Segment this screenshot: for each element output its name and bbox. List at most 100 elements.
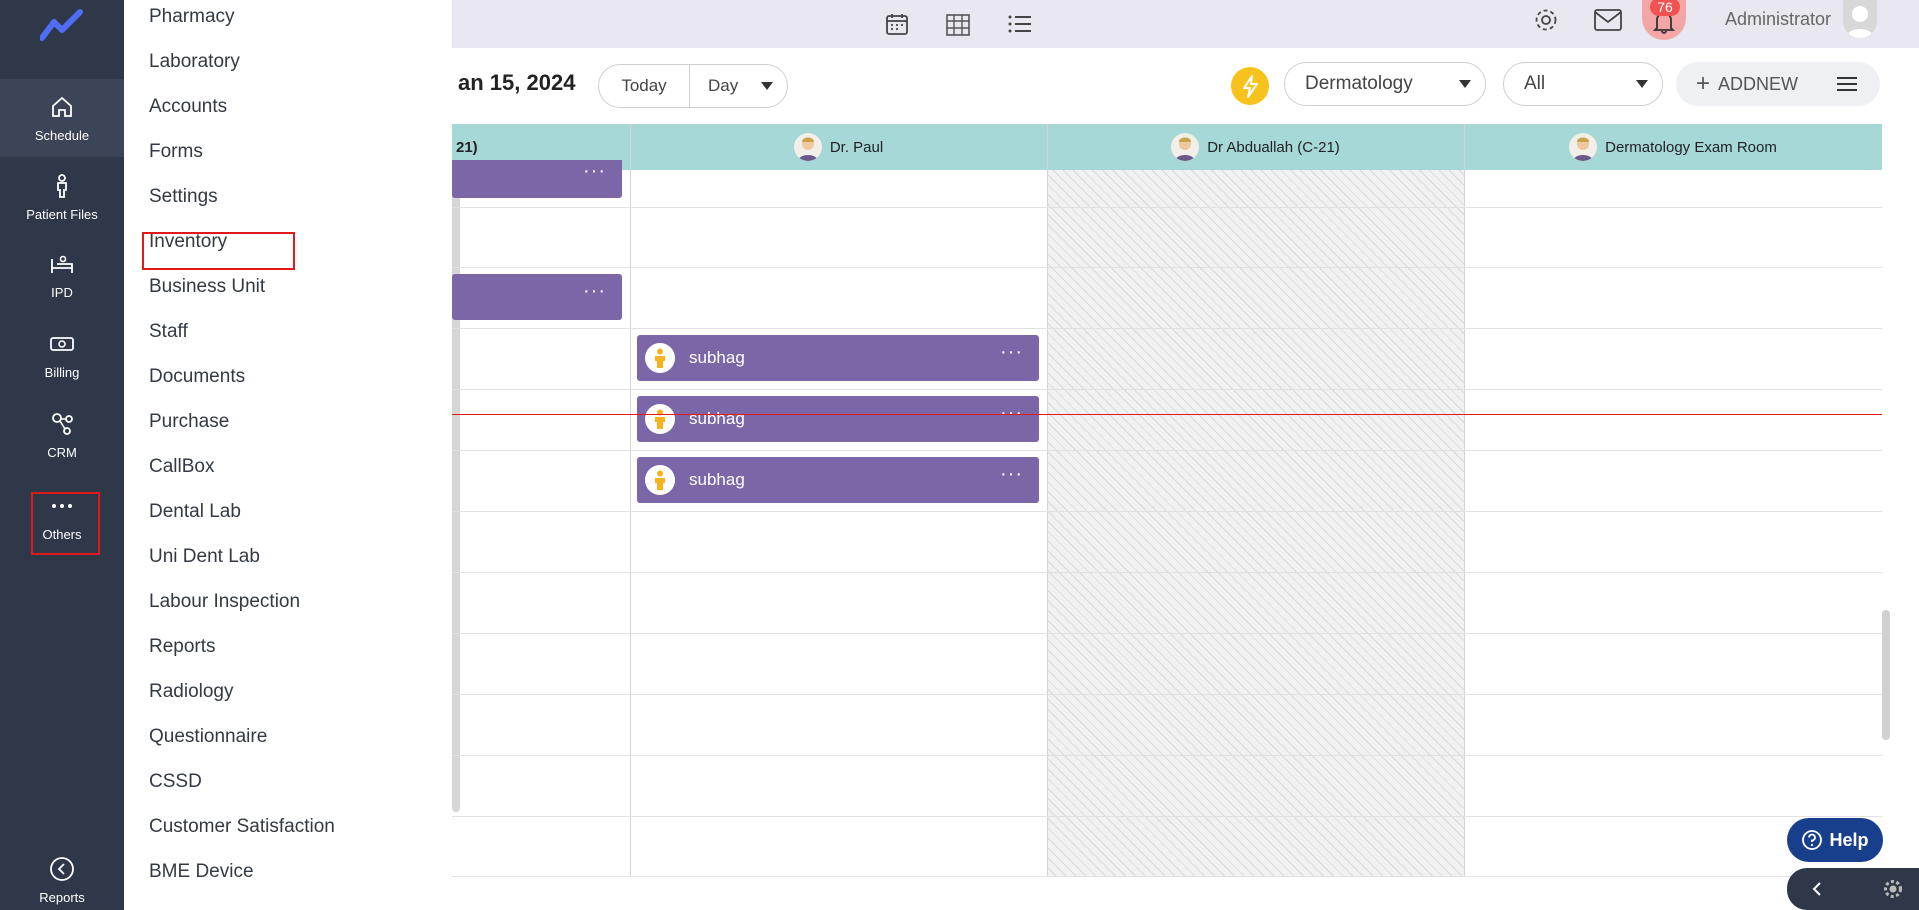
- crm-icon: [52, 412, 73, 435]
- app-logo[interactable]: [40, 8, 84, 44]
- sidebar-item-reports[interactable]: Reports: [0, 850, 124, 910]
- menu-item-labour-inspection[interactable]: Labour Inspection: [149, 591, 300, 613]
- help-label: Help: [1829, 829, 1869, 850]
- row-divider: [452, 572, 1882, 573]
- sidebar-item-billing[interactable]: Billing: [0, 316, 124, 394]
- list-view-icon[interactable]: [1008, 14, 1032, 34]
- menu-item-reports[interactable]: Reports: [149, 636, 216, 658]
- sidebar-item-label: IPD: [51, 284, 73, 300]
- user-avatar-icon: [1846, 6, 1874, 38]
- row-divider: [452, 207, 1882, 208]
- menu-item-settings[interactable]: Settings: [149, 186, 218, 208]
- column-head-label: Dermatology Exam Room: [1605, 138, 1777, 156]
- grid-view-icon[interactable]: [946, 14, 970, 36]
- more-options-icon[interactable]: ···: [583, 160, 606, 183]
- highlight-box-others: [31, 492, 100, 555]
- department-select[interactable]: Dermatology: [1284, 62, 1486, 106]
- more-options-icon[interactable]: ···: [583, 280, 606, 303]
- calendar-icon[interactable]: [885, 12, 909, 36]
- gear-icon[interactable]: [1533, 7, 1559, 33]
- today-button[interactable]: Today: [598, 64, 690, 108]
- column-head-exam-room: Dermatology Exam Room: [1464, 124, 1882, 170]
- appointment-card[interactable]: subhag ···: [637, 335, 1039, 381]
- filter-select-value: All: [1524, 73, 1546, 94]
- menu-item-dental-lab[interactable]: Dental Lab: [149, 501, 241, 523]
- sidebar-item-schedule[interactable]: Schedule: [0, 79, 124, 157]
- menu-item-callbox[interactable]: CallBox: [149, 456, 214, 478]
- chevron-down-icon: [1636, 80, 1648, 88]
- menu-item-customer-satisfaction[interactable]: Customer Satisfaction: [149, 816, 335, 838]
- appointment-patient-name: subhag: [689, 470, 745, 489]
- sidebar-item-ipd[interactable]: IPD: [0, 236, 124, 314]
- menu-item-accounts[interactable]: Accounts: [149, 96, 227, 118]
- row-divider: [452, 389, 1882, 390]
- add-new-button[interactable]: + ADDNEW: [1676, 62, 1880, 106]
- chevron-down-icon: [1459, 80, 1471, 88]
- date-title: an 15, 2024: [458, 70, 576, 95]
- filter-select[interactable]: All: [1503, 62, 1663, 106]
- gear-icon[interactable]: [1883, 879, 1903, 899]
- row-divider: [452, 267, 1882, 268]
- unavailable-hatched-area: [1047, 170, 1464, 876]
- avatar[interactable]: [1843, 0, 1877, 38]
- column-head-label: Dr. Paul: [829, 138, 884, 156]
- view-select[interactable]: Day: [689, 64, 788, 108]
- calendar-scrollbar[interactable]: [1882, 610, 1890, 740]
- column-divider: [1047, 124, 1048, 876]
- hamburger-menu-icon[interactable]: [1836, 76, 1858, 92]
- help-button[interactable]: Help: [1787, 818, 1883, 862]
- current-time-indicator: [452, 414, 1882, 415]
- column-divider: [630, 124, 631, 876]
- user-name[interactable]: Administrator: [1725, 9, 1831, 30]
- appointment-card[interactable]: subhag ···: [637, 396, 1039, 442]
- patient-icon: [645, 404, 675, 434]
- menu-item-cssd[interactable]: CSSD: [149, 771, 202, 793]
- column-divider: [1464, 124, 1465, 876]
- sidebar-item-label: Schedule: [34, 127, 90, 143]
- menu-item-purchase[interactable]: Purchase: [149, 411, 229, 433]
- doctor-avatar-icon: [793, 133, 822, 161]
- column-head-dr-paul: Dr. Paul: [630, 124, 1047, 170]
- chevron-down-icon: [761, 82, 773, 90]
- patient-icon: [645, 343, 675, 373]
- chevron-left-icon[interactable]: [1811, 881, 1823, 897]
- menu-item-business-unit[interactable]: Business Unit: [149, 276, 265, 298]
- lightning-button[interactable]: [1231, 67, 1269, 105]
- highlight-box-inventory: [142, 232, 295, 270]
- column-head-dr-abduallah: Dr Abduallah (C-21): [1047, 124, 1464, 170]
- top-header-bar: [452, 0, 1919, 48]
- menu-item-pharmacy[interactable]: Pharmacy: [149, 6, 235, 28]
- row-divider: [452, 633, 1882, 634]
- appointment-card-partial[interactable]: ···: [452, 160, 622, 198]
- view-select-value: Day: [708, 76, 739, 95]
- appointment-patient-name: subhag: [689, 348, 745, 367]
- row-divider: [452, 511, 1882, 512]
- question-circle-icon: [1802, 830, 1823, 850]
- mail-icon[interactable]: [1593, 8, 1623, 32]
- menu-item-documents[interactable]: Documents: [149, 366, 245, 388]
- appointment-card[interactable]: subhag ···: [637, 457, 1039, 503]
- appointment-card-partial[interactable]: ···: [452, 274, 622, 320]
- column-head-label: Dr Abduallah (C-21): [1207, 138, 1340, 156]
- menu-item-forms[interactable]: Forms: [149, 141, 203, 163]
- doctor-avatar-icon: [1569, 133, 1598, 161]
- doctor-avatar-icon: [1171, 133, 1200, 161]
- row-divider: [452, 328, 1882, 329]
- others-menu-panel: Pharmacy Laboratory Accounts Forms Setti…: [124, 0, 452, 910]
- bottom-toggle-bar: [1787, 868, 1919, 910]
- sidebar-item-label: Billing: [44, 364, 80, 380]
- person-icon: [57, 173, 67, 198]
- more-options-icon[interactable]: ···: [1000, 341, 1023, 364]
- menu-item-questionnaire[interactable]: Questionnaire: [149, 726, 267, 748]
- lightning-icon: [1243, 75, 1258, 98]
- sidebar-item-label: CRM: [47, 444, 77, 460]
- menu-item-staff[interactable]: Staff: [149, 321, 188, 343]
- more-options-icon[interactable]: ···: [1000, 463, 1023, 486]
- menu-item-bme-device[interactable]: BME Device: [149, 861, 254, 883]
- menu-item-radiology[interactable]: Radiology: [149, 681, 234, 703]
- sidebar-item-label: Patient Files: [26, 206, 98, 222]
- sidebar-item-patient-files[interactable]: Patient Files: [0, 158, 124, 236]
- menu-item-laboratory[interactable]: Laboratory: [149, 51, 240, 73]
- sidebar-item-crm[interactable]: CRM: [0, 396, 124, 474]
- menu-item-uni-dent-lab[interactable]: Uni Dent Lab: [149, 546, 260, 568]
